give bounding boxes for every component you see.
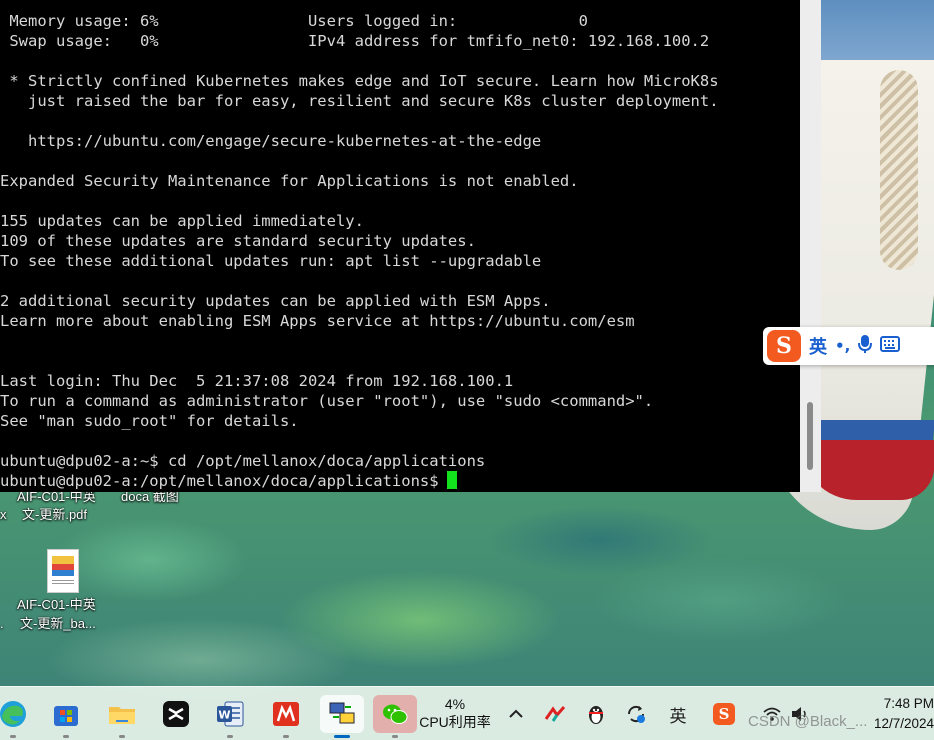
desktop-icon-label: x [0, 507, 7, 522]
terminal-line: 109 of these updates are standard securi… [0, 232, 476, 250]
wallpaper-boat-rope [880, 70, 918, 270]
terminal-prompt: ubuntu@dpu02-a:/opt/mellanox/doca/applic… [0, 472, 439, 490]
terminal-line: 2 additional security updates can be app… [0, 292, 551, 310]
store-icon [54, 706, 78, 726]
desktop-icon-label[interactable]: AIF-C01-中英 [17, 597, 96, 613]
terminal-line: To see these additional updates run: apt… [0, 252, 542, 270]
edge-button[interactable] [0, 695, 32, 738]
wechat-button[interactable] [373, 695, 417, 738]
terminal-line: See "man sudo_root" for details. [0, 412, 299, 430]
svg-text:W: W [218, 709, 230, 722]
terminal-scrollbar[interactable] [807, 402, 813, 470]
terminal-line: https://ubuntu.com/engage/secure-kuberne… [0, 132, 542, 150]
store-button[interactable] [47, 695, 85, 738]
clock-date: 12/7/2024 [873, 716, 934, 731]
running-indicator [334, 735, 350, 738]
terminal-line: Learn more about enabling ESM Apps servi… [0, 312, 635, 330]
file-explorer-button[interactable] [103, 695, 141, 738]
keyboard-icon[interactable] [880, 336, 901, 356]
cpu-usage-label: CPU利用率 [419, 714, 491, 730]
terminal-prompt-line[interactable]: ubuntu@dpu02-a:/opt/mellanox/doca/applic… [0, 471, 457, 491]
terminal-cursor [446, 471, 457, 489]
running-indicator [119, 735, 125, 738]
terminal-line: ubuntu@dpu02-a:~$ cd /opt/mellanox/doca/… [0, 452, 486, 470]
edge-icon [0, 701, 26, 727]
network-icon [329, 702, 355, 724]
terminal-line: Swap usage: 0% IPv4 address for tmfifo_n… [0, 32, 710, 50]
word-button[interactable]: W [211, 695, 249, 738]
app-tray-icon[interactable] [542, 700, 568, 728]
running-indicator [227, 735, 233, 738]
running-indicator [283, 735, 289, 738]
terminal-line: * Strictly confined Kubernetes makes edg… [0, 72, 719, 90]
terminal-line: 155 updates can be applied immediately. [0, 212, 364, 230]
terminal-window[interactable]: Memory usage: 6% Users logged in: 0 Swap… [0, 0, 821, 492]
terminal-line: To run a command as administrator (user … [0, 392, 654, 410]
ime-toolbar[interactable]: S 英 •, [763, 327, 934, 365]
capcut-button[interactable] [157, 695, 195, 733]
wechat-icon [383, 704, 408, 724]
folder-icon [109, 707, 135, 724]
terminal-line: Last login: Thu Dec 5 21:37:08 2024 from… [0, 372, 514, 390]
penguin-tray-icon[interactable] [583, 700, 609, 728]
desktop-icon-label[interactable]: 文-更新.pdf [22, 507, 87, 523]
network-terminal-button[interactable] [320, 695, 364, 738]
system-clock[interactable]: 7:48 PM 12/7/2024 [858, 694, 934, 734]
word-icon: W [217, 701, 244, 727]
sync-tray-icon[interactable] [623, 700, 649, 728]
desktop-icon-label[interactable]: 文-更新_ba... [20, 616, 96, 632]
chevron-up-icon[interactable] [505, 700, 527, 728]
ime-language-indicator[interactable]: 英 [665, 700, 691, 728]
ime-punctuation-toggle[interactable]: •, [835, 337, 850, 355]
clock-time: 7:48 PM [883, 696, 934, 711]
desktop-icon-label: . [0, 616, 4, 631]
pdf-file-icon[interactable] [47, 549, 79, 593]
sogou-logo-icon[interactable]: S [767, 330, 801, 362]
pdf-icon [273, 702, 299, 726]
terminal-line: Memory usage: 6% Users logged in: 0 [0, 12, 588, 30]
cpu-usage-value: 4% [444, 696, 466, 712]
terminal-line: Expanded Security Maintenance for Applic… [0, 172, 579, 190]
terminal-line: just raised the bar for easy, resilient … [0, 92, 719, 110]
sogou-tray-icon[interactable]: S [710, 700, 738, 728]
microphone-icon[interactable] [858, 334, 873, 358]
csdn-watermark: CSDN @Black_... [748, 713, 868, 730]
cpu-usage-widget[interactable]: 4% CPU利用率 [414, 695, 496, 735]
running-indicator [10, 735, 16, 738]
pdf-reader-button[interactable] [267, 695, 305, 738]
running-indicator [63, 735, 69, 738]
capcut-icon [163, 701, 189, 727]
ime-mode-toggle[interactable]: 英 [809, 333, 827, 359]
running-indicator [392, 735, 398, 738]
